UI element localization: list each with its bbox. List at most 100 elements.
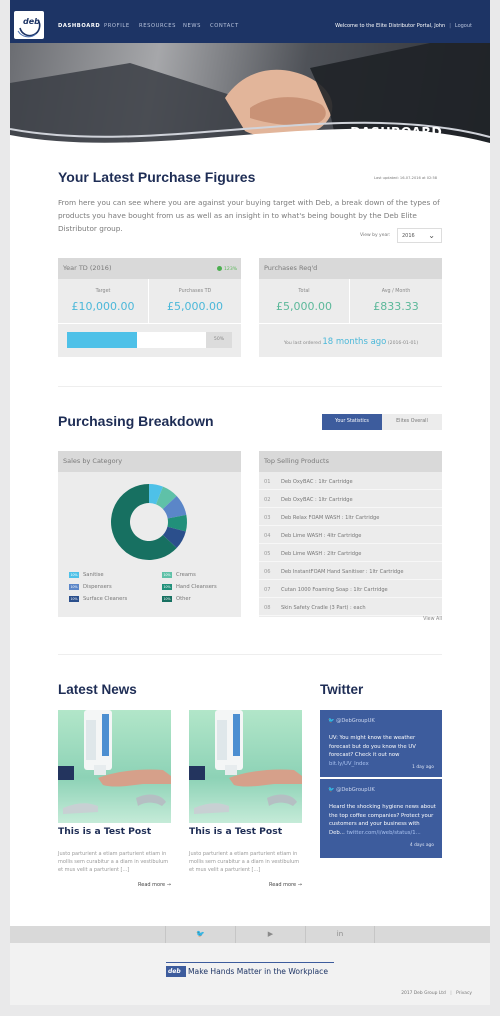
tweet-1-handle: 🐦 @DebGroupUK bbox=[328, 718, 375, 724]
nav-profile[interactable]: PROFILE bbox=[104, 23, 130, 29]
chevron-down-icon: ⌄ bbox=[428, 231, 435, 240]
product-name: Deb OxyBAC : 1ltr Cartridge bbox=[281, 497, 353, 503]
legend-label: Hand Cleansers bbox=[176, 583, 217, 590]
youtube-icon[interactable]: ▶ bbox=[235, 926, 305, 943]
footer-deb-logo: deb bbox=[166, 966, 186, 977]
product-row[interactable]: 02 Deb OxyBAC : 1ltr Cartridge bbox=[259, 491, 442, 508]
legend-swatch: 10% bbox=[69, 584, 79, 590]
your-statistics-tab[interactable]: Your Statistics bbox=[322, 414, 382, 430]
product-name: Skin Safety Cradle (3 Part) : each bbox=[281, 605, 366, 611]
product-row[interactable]: 06 Deb InstantFOAM Hand Sanitiser : 1ltr … bbox=[259, 563, 442, 580]
legend-label: Surface Cleaners bbox=[83, 595, 128, 602]
legend-swatch: 10% bbox=[162, 572, 172, 578]
last-ordered-date: (2016-01-01) bbox=[387, 341, 419, 346]
footer-tagline: Make Hands Matter in the Workplace bbox=[188, 967, 329, 976]
deb-logo[interactable]: deb bbox=[14, 11, 44, 39]
tweet-1-handle-text: @DebGroupUK bbox=[336, 718, 375, 724]
up-arrow-icon bbox=[217, 266, 222, 271]
product-name: Deb OxyBAC : 1ltr Cartridge bbox=[281, 479, 353, 485]
news-image-2[interactable] bbox=[189, 710, 302, 823]
legend-label: Sanitise bbox=[83, 571, 104, 578]
news-post-2-title[interactable]: This is a Test Post bbox=[189, 826, 282, 837]
view-by-label: View by year: bbox=[360, 233, 391, 238]
avg-month-value: £833.33 bbox=[373, 300, 419, 313]
progress-fill bbox=[67, 332, 137, 348]
total-value: £5,000.00 bbox=[276, 300, 332, 313]
product-row[interactable]: 05 Deb Lime WASH : 2ltr Cartridge bbox=[259, 545, 442, 562]
tweet-2[interactable]: 🐦 @DebGroupUK Heard the shocking hygiene… bbox=[320, 779, 442, 858]
growth-value: 123% bbox=[224, 267, 238, 272]
product-name: Cutan 1000 Foaming Soap : 1ltr Cartridge bbox=[281, 587, 388, 593]
linkedin-icon[interactable]: in bbox=[305, 926, 375, 943]
target-value: £10,000.00 bbox=[71, 300, 135, 313]
product-name: Deb InstantFOAM Hand Sanitiser : 1ltr Ca… bbox=[281, 569, 404, 575]
product-name: Deb Lime WASH : 2ltr Cartridge bbox=[281, 551, 362, 557]
last-ordered-prefix: You last ordered bbox=[283, 341, 321, 346]
product-rank: 06 bbox=[264, 569, 271, 575]
legend-label: Creams bbox=[176, 571, 196, 578]
ytd-heading: Year TD (2016) bbox=[58, 258, 241, 279]
legend-swatch: 10% bbox=[69, 572, 79, 578]
welcome-separator: | bbox=[449, 23, 451, 29]
last-ordered-value: 18 months ago bbox=[322, 337, 387, 347]
product-rank: 03 bbox=[264, 515, 271, 521]
news-post-1-read-more[interactable]: Read more → bbox=[138, 882, 171, 888]
year-select[interactable]: 2016 ⌄ bbox=[397, 228, 442, 243]
breakdown-title: Purchasing Breakdown bbox=[58, 413, 214, 429]
welcome-text: Welcome to the Elite Distributor Portal,… bbox=[335, 23, 446, 29]
product-rank: 08 bbox=[264, 605, 271, 611]
nav-contact[interactable]: CONTACT bbox=[210, 23, 239, 29]
twitter-bird-icon: 🐦 bbox=[328, 718, 335, 724]
hero-title: DASHBOARD bbox=[350, 124, 442, 139]
tweet-1-link[interactable]: bit.ly/UV_Index bbox=[329, 761, 369, 767]
product-row[interactable]: 08 Skin Safety Cradle (3 Part) : each bbox=[259, 599, 442, 616]
news-post-2-read-more[interactable]: Read more → bbox=[269, 882, 302, 888]
tweet-2-link[interactable]: twitter.com/i/web/status/1... bbox=[346, 830, 420, 836]
purchase-title: Your Latest Purchase Figures bbox=[58, 169, 256, 185]
footer-rule bbox=[166, 962, 334, 963]
purchases-td-value: £5,000.00 bbox=[167, 300, 223, 313]
tweet-2-time: 4 days ago bbox=[409, 843, 434, 848]
product-row[interactable]: 07 Cutan 1000 Foaming Soap : 1ltr Cartrid… bbox=[259, 581, 442, 598]
footer-copyright: 2017 Deb Group Ltd bbox=[401, 991, 446, 996]
section-divider-2 bbox=[58, 654, 442, 655]
privacy-link[interactable]: Privacy bbox=[456, 991, 472, 996]
total-stat: Total £5,000.00 bbox=[259, 289, 349, 313]
tweet-1-time: 1 day ago bbox=[412, 765, 434, 770]
sales-category-panel: Sales by Category bbox=[58, 451, 241, 617]
nav-dashboard[interactable]: DASHBOARD bbox=[58, 23, 100, 29]
legend-swatch: 10% bbox=[162, 596, 172, 602]
twitter-icon[interactable]: 🐦 bbox=[165, 926, 235, 943]
nav-resources[interactable]: RESOURCES bbox=[139, 23, 176, 29]
ytd-divider-h bbox=[58, 323, 241, 324]
target-label: Target bbox=[95, 289, 111, 294]
product-rank: 02 bbox=[264, 497, 271, 503]
product-rank: 05 bbox=[264, 551, 271, 557]
product-row[interactable]: 04 Deb Lime WASH : 4ltr Cartridge bbox=[259, 527, 442, 544]
hero-banner: DASHBOARD bbox=[10, 43, 490, 158]
avg-month-stat: Avg / Month £833.33 bbox=[350, 289, 442, 313]
growth-indicator: 123% bbox=[217, 266, 237, 272]
last-updated: Last updated: 16-07-2016 at 02:58 bbox=[374, 176, 438, 180]
avg-month-label: Avg / Month bbox=[381, 289, 411, 294]
nav-news[interactable]: NEWS bbox=[183, 23, 201, 29]
product-rank: 01 bbox=[264, 479, 271, 485]
footer-copyright-line: 2017 Deb Group Ltd | Privacy bbox=[401, 991, 472, 996]
purchases-td-label: Purchases TD bbox=[178, 289, 212, 294]
elites-overall-tab[interactable]: Elites Overall bbox=[382, 414, 442, 430]
product-row[interactable]: 01 Deb OxyBAC : 1ltr Cartridge bbox=[259, 473, 442, 490]
required-divider-h bbox=[259, 323, 442, 324]
news-image-1[interactable] bbox=[58, 710, 171, 823]
twitter-bird-icon: 🐦 bbox=[328, 787, 335, 793]
product-name: Deb Lime WASH : 4ltr Cartridge bbox=[281, 533, 362, 539]
logout-link[interactable]: Logout bbox=[455, 23, 472, 29]
product-rank: 07 bbox=[264, 587, 271, 593]
tweet-1-text: UV: You might know the weather forecast … bbox=[329, 734, 437, 768]
twitter-title: Twitter bbox=[320, 682, 364, 697]
tweet-1[interactable]: 🐦 @DebGroupUK UV: You might know the wea… bbox=[320, 710, 442, 777]
top-products-heading: Top Selling Products bbox=[259, 451, 442, 472]
news-post-1-title[interactable]: This is a Test Post bbox=[58, 826, 151, 837]
product-row[interactable]: 03 Deb Relax FOAM WASH : 1ltr Cartridge bbox=[259, 509, 442, 526]
view-all-link[interactable]: View All bbox=[423, 617, 442, 622]
tweet-2-text: Heard the shocking hygiene news about th… bbox=[329, 803, 437, 837]
